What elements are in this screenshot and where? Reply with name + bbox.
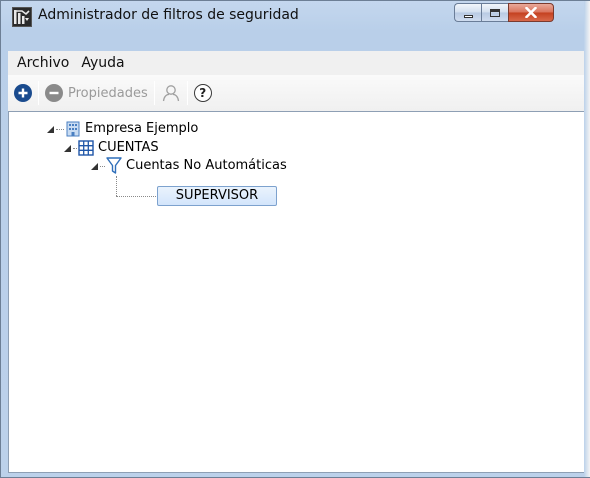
tree-connector [116,176,117,196]
security-filter-app-icon [12,7,32,27]
add-button[interactable] [11,80,35,106]
maximize-icon [490,8,500,17]
tree-node-label: SUPERVISOR [175,188,259,203]
close-icon [525,7,537,18]
collapse-triangle-icon [90,162,98,170]
toolbar-separator [38,81,39,105]
menu-ayuda[interactable]: Ayuda [75,51,130,75]
properties-button-label[interactable]: Propiedades [68,86,148,101]
tree-node-label: Cuentas No Automáticas [126,158,287,173]
minus-circle-icon [45,84,63,102]
funnel-filter-icon [106,157,122,174]
menu-archivo[interactable]: Archivo [11,51,75,75]
toolbar-separator [186,81,188,105]
tree-node-label: CUENTAS [98,140,159,155]
app-window: Administrador de filtros de seguridad Ar… [0,0,590,478]
window-title: Administrador de filtros de seguridad [38,7,299,23]
tree-connector [116,196,156,197]
tree-view[interactable]: Empresa Ejemplo CUENTAS Cuentas No Autom… [8,111,590,473]
collapse-triangle-icon [46,125,54,133]
menu-bar: Archivo Ayuda [8,51,590,75]
building-icon [65,121,81,137]
title-bar[interactable]: Administrador de filtros de seguridad [1,1,590,31]
question-circle-icon: ? [193,84,212,102]
tree-node-cuentas-no-automaticas[interactable]: Cuentas No Automáticas [89,157,287,175]
expand-toggle[interactable] [45,120,55,138]
tree-node-supervisor[interactable]: SUPERVISOR [157,186,277,206]
window-controls [454,3,554,24]
help-button[interactable]: ? [191,80,215,106]
tree-node-label: Empresa Ejemplo [85,121,199,136]
table-grid-icon [78,140,94,156]
tree-node-cuentas[interactable]: CUENTAS [62,139,159,157]
tree-dots [73,147,77,149]
tree-dots [100,165,105,167]
plus-circle-icon [14,84,32,102]
toolbar-separator [153,81,155,105]
remove-button[interactable]: Propiedades [42,80,151,106]
maximize-button[interactable] [481,3,508,22]
help-glyph: ? [199,86,207,100]
tree-dots [56,128,64,130]
user-button[interactable] [158,80,184,106]
tree-node-empresa[interactable]: Empresa Ejemplo [45,120,198,138]
expand-toggle[interactable] [89,157,99,175]
minimize-button[interactable] [454,3,481,22]
expand-toggle[interactable] [62,139,72,157]
user-icon [162,85,179,102]
collapse-triangle-icon [63,144,71,152]
close-button[interactable] [508,3,554,22]
minimize-icon [463,14,473,18]
toolbar: Propiedades ? [8,75,590,111]
